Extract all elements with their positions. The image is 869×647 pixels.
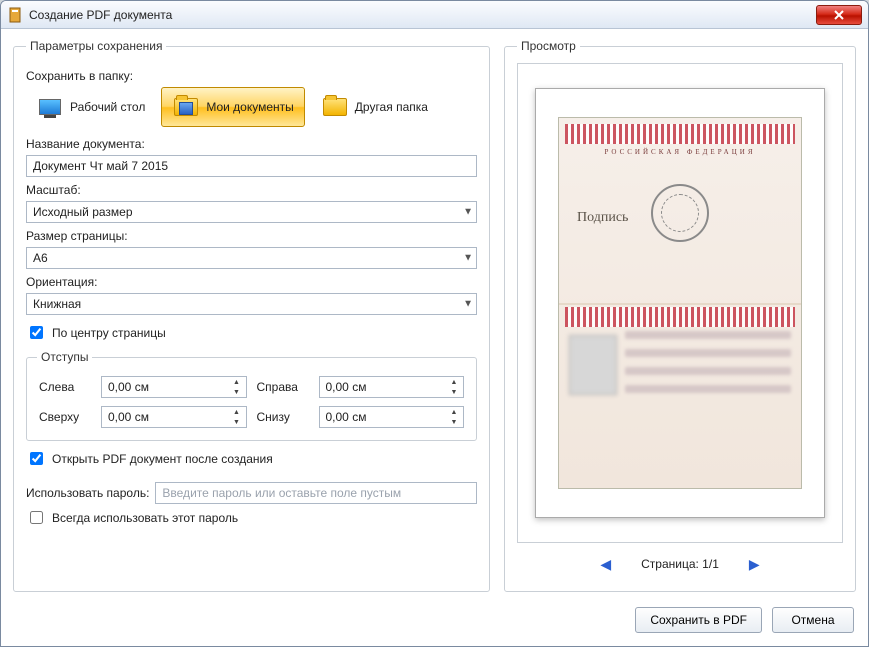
pager: ◀ Страница: 1/1 ▶ <box>517 547 843 581</box>
page-size-label: Размер страницы: <box>26 229 477 243</box>
close-button[interactable] <box>816 5 862 25</box>
folder-desktop-label: Рабочий стол <box>70 100 145 114</box>
params-legend: Параметры сохранения <box>26 39 166 53</box>
password-input[interactable] <box>155 482 477 504</box>
always-password-row[interactable]: Всегда использовать этот пароль <box>26 508 477 527</box>
margins-panel: Отступы Слева ▲▼ Справа ▲▼ Сверху <box>26 350 477 441</box>
margin-right-input[interactable] <box>319 376 465 398</box>
open-after-label: Открыть PDF документ после создания <box>52 452 273 466</box>
preview-legend: Просмотр <box>517 39 580 53</box>
folder-other-button[interactable]: Другая папка <box>311 87 438 127</box>
save-pdf-button[interactable]: Сохранить в PDF <box>635 607 762 633</box>
titlebar: Создание PDF документа <box>1 1 868 29</box>
window-title: Создание PDF документа <box>29 8 816 22</box>
scale-label: Масштаб: <box>26 183 477 197</box>
margin-right-label: Справа <box>257 380 309 394</box>
passport-document-image: РОССИЙСКАЯ ФЕДЕРАЦИЯ Подпись <box>558 117 802 489</box>
preview-page: РОССИЙСКАЯ ФЕДЕРАЦИЯ Подпись <box>535 88 825 518</box>
page-indicator: Страница: 1/1 <box>641 557 719 571</box>
margin-left-spinner[interactable]: ▲▼ <box>229 377 245 397</box>
folder-buttons-row: Рабочий стол Мои документы Другая папка <box>26 87 477 127</box>
margin-top-spinner[interactable]: ▲▼ <box>229 407 245 427</box>
folder-icon <box>321 96 349 118</box>
next-page-button[interactable]: ▶ <box>749 556 760 573</box>
folder-other-label: Другая папка <box>355 100 428 114</box>
open-after-checkbox[interactable] <box>30 452 43 465</box>
content-area: Параметры сохранения Сохранить в папку: … <box>1 29 868 602</box>
cancel-button[interactable]: Отмена <box>772 607 854 633</box>
open-after-row[interactable]: Открыть PDF документ после создания <box>26 449 477 468</box>
margin-left-input[interactable] <box>101 376 247 398</box>
folder-desktop-button[interactable]: Рабочий стол <box>26 87 155 127</box>
margin-top-label: Сверху <box>39 410 91 424</box>
center-page-row[interactable]: По центру страницы <box>26 323 477 342</box>
margins-legend: Отступы <box>37 350 92 364</box>
footer: Сохранить в PDF Отмена <box>1 602 868 646</box>
params-panel: Параметры сохранения Сохранить в папку: … <box>13 39 490 592</box>
margin-bottom-input[interactable] <box>319 406 465 428</box>
always-password-label: Всегда использовать этот пароль <box>52 511 238 525</box>
doc-name-input[interactable] <box>26 155 477 177</box>
dialog-window: Создание PDF документа Параметры сохране… <box>0 0 869 647</box>
page-size-select[interactable] <box>26 247 477 269</box>
app-icon <box>7 7 23 23</box>
center-page-label: По центру страницы <box>52 326 166 340</box>
always-password-checkbox[interactable] <box>30 511 43 524</box>
center-page-checkbox[interactable] <box>30 326 43 339</box>
scale-select[interactable] <box>26 201 477 223</box>
margin-left-label: Слева <box>39 380 91 394</box>
doc-name-label: Название документа: <box>26 137 477 151</box>
preview-viewport: РОССИЙСКАЯ ФЕДЕРАЦИЯ Подпись <box>517 63 843 543</box>
passport-header-text: РОССИЙСКАЯ ФЕДЕРАЦИЯ <box>571 148 789 156</box>
margin-bottom-spinner[interactable]: ▲▼ <box>446 407 462 427</box>
folder-mydocs-button[interactable]: Мои документы <box>161 87 304 127</box>
margin-bottom-label: Снизу <box>257 410 309 424</box>
save-folder-label: Сохранить в папку: <box>26 69 477 83</box>
my-documents-icon <box>172 96 200 118</box>
preview-panel: Просмотр РОССИЙСКАЯ ФЕДЕРАЦИЯ Подпись ◀ <box>504 39 856 592</box>
password-label: Использовать пароль: <box>26 486 149 500</box>
prev-page-button[interactable]: ◀ <box>600 556 611 573</box>
margin-top-input[interactable] <box>101 406 247 428</box>
folder-mydocs-label: Мои документы <box>206 100 293 114</box>
desktop-icon <box>36 96 64 118</box>
orientation-label: Ориентация: <box>26 275 477 289</box>
margin-right-spinner[interactable]: ▲▼ <box>446 377 462 397</box>
orientation-select[interactable] <box>26 293 477 315</box>
